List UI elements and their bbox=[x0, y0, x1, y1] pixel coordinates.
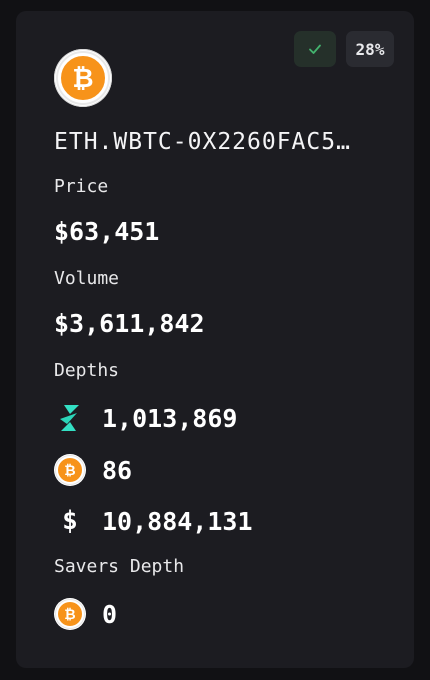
pool-pair-title: ETH.WBTC-0X2260FAC5… bbox=[54, 129, 351, 155]
check-icon bbox=[309, 44, 321, 54]
savers-depth-label: Savers Depth bbox=[54, 556, 185, 577]
thorchain-rune-icon bbox=[54, 402, 86, 434]
volume-value: $3,611,842 bbox=[54, 309, 205, 338]
volume-label: Volume bbox=[54, 268, 120, 289]
depth-row-btc: ₿ 86 bbox=[54, 454, 132, 486]
percent-badge: 28% bbox=[346, 31, 394, 67]
depth-value: 1,013,869 bbox=[102, 403, 238, 433]
savers-depth-row: ₿ 0 bbox=[54, 598, 117, 630]
bitcoin-icon: ₿ bbox=[54, 598, 86, 630]
pool-card[interactable]: 28% ₿ ETH.WBTC-0X2260FAC5… Price $63,451… bbox=[16, 11, 414, 668]
bitcoin-icon: ₿ bbox=[54, 49, 112, 107]
depth-value: 10,884,131 bbox=[102, 506, 253, 536]
depths-label: Depths bbox=[54, 360, 120, 381]
price-value: $63,451 bbox=[54, 217, 160, 246]
dollar-icon: $ bbox=[62, 506, 78, 536]
status-check-badge bbox=[294, 31, 336, 67]
savers-depth-value: 0 bbox=[102, 599, 118, 629]
status-badges: 28% bbox=[294, 31, 394, 67]
depth-value: 86 bbox=[102, 455, 133, 485]
depth-row-usd: $ 10,884,131 bbox=[54, 505, 253, 537]
bitcoin-icon: ₿ bbox=[54, 454, 86, 486]
price-label: Price bbox=[54, 176, 109, 197]
depth-row-rune: 1,013,869 bbox=[54, 402, 237, 434]
